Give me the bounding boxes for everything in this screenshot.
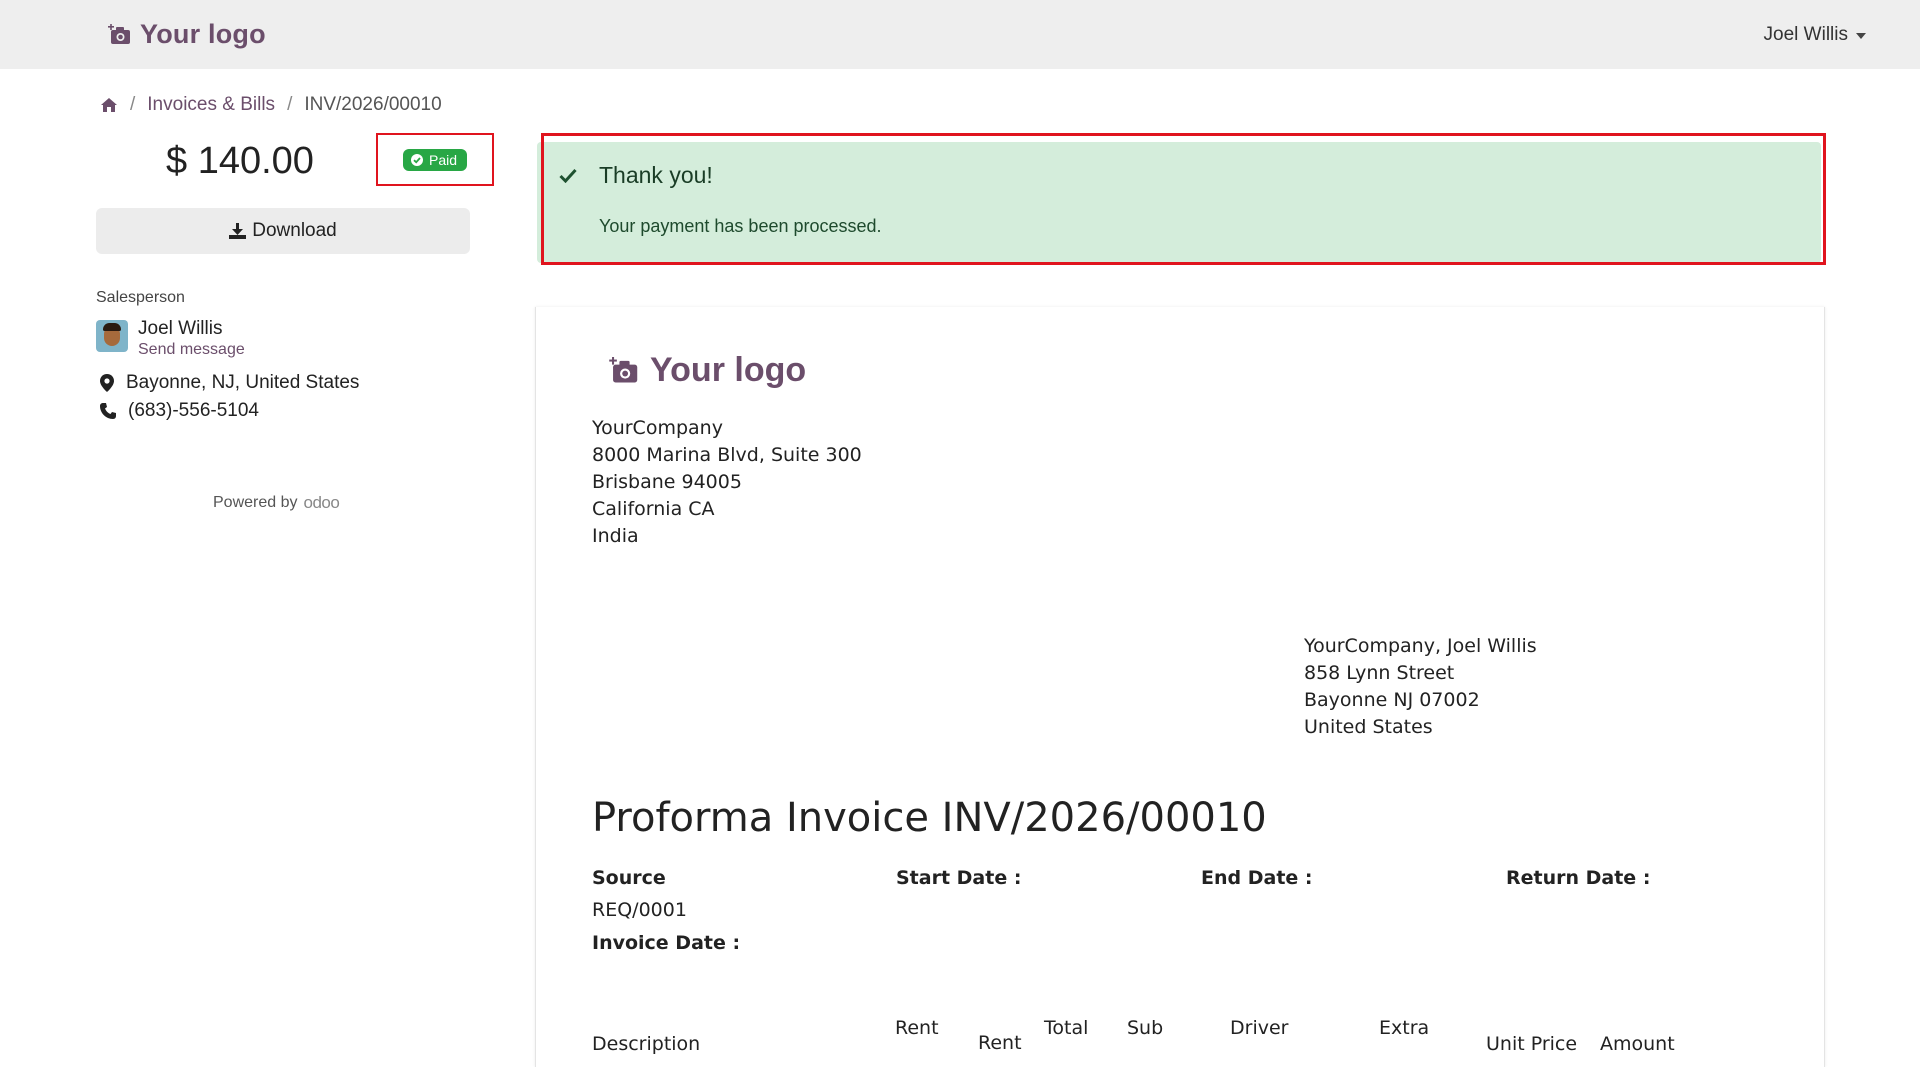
breadcrumb-separator: / xyxy=(287,94,293,115)
col-description: Description xyxy=(592,1033,701,1055)
download-button[interactable]: Download xyxy=(96,208,470,254)
avatar xyxy=(96,320,128,352)
return-date-label: Return Date : xyxy=(1506,867,1651,889)
salesperson-phone: (683)-556-5104 xyxy=(100,400,259,422)
status-text: Paid xyxy=(428,151,458,168)
invoice-title: Proforma Invoice INV/2026/00010 xyxy=(592,795,1267,841)
top-navbar: Your logo Joel Willis xyxy=(0,0,1920,69)
avatar-hair xyxy=(103,323,121,331)
breadcrumb: / Invoices & Bills / INV/2026/00010 xyxy=(100,94,442,116)
salesperson-location: Bayonne, NJ, United States xyxy=(100,372,359,394)
source-value: REQ/0001 xyxy=(592,899,687,921)
download-icon xyxy=(229,223,247,239)
col-amount: Amount xyxy=(1600,1033,1675,1055)
download-label: Download xyxy=(252,220,337,241)
col-extra: Extra xyxy=(1379,1017,1430,1039)
brand-logo[interactable]: Your logo xyxy=(108,19,266,50)
client-address-line: Bayonne NJ 07002 xyxy=(1304,689,1480,711)
user-menu[interactable]: Joel Willis xyxy=(1764,24,1866,46)
company-address-line: India xyxy=(592,525,639,547)
end-date-label: End Date : xyxy=(1201,867,1313,889)
send-message-link[interactable]: Send message xyxy=(138,340,245,360)
user-name: Joel Willis xyxy=(1763,23,1848,45)
col-rent: Rent xyxy=(895,1017,939,1039)
source-label: Source xyxy=(592,867,666,889)
camera-plus-icon xyxy=(609,356,638,382)
company-address-line: YourCompany xyxy=(592,417,723,439)
col-unit-price: Unit Price xyxy=(1486,1033,1578,1055)
status-badge: Paid xyxy=(402,148,468,171)
camera-plus-icon xyxy=(108,23,130,44)
powered-by-text: Powered by xyxy=(213,494,298,511)
location-text: Bayonne, NJ, United States xyxy=(126,372,360,393)
invoice-logo: Your logo xyxy=(609,351,806,390)
alert-highlight xyxy=(541,133,1826,265)
col-driver: Driver xyxy=(1230,1017,1289,1039)
breadcrumb-invoices-link[interactable]: Invoices & Bills xyxy=(147,94,275,116)
client-address: YourCompany, Joel Willis 858 Lynn Street… xyxy=(1304,633,1537,741)
company-address-line: 8000 Marina Blvd, Suite 300 xyxy=(592,444,862,466)
home-icon[interactable] xyxy=(100,97,118,113)
client-address-line: 858 Lynn Street xyxy=(1304,662,1455,684)
invoice-logo-text: Your logo xyxy=(650,351,807,389)
invoice-preview: Your logo YourCompany 8000 Marina Blvd, … xyxy=(535,307,1825,1067)
company-address-line: Brisbane 94005 xyxy=(592,471,742,493)
client-address-line: United States xyxy=(1304,716,1433,738)
invoice-date-label: Invoice Date : xyxy=(592,932,741,954)
salesperson-card: Joel Willis Send message xyxy=(96,318,245,360)
breadcrumb-separator: / xyxy=(130,94,136,115)
paid-badge-highlight: Paid xyxy=(376,133,494,186)
phone-icon xyxy=(100,403,116,419)
salesperson-label: Salesperson xyxy=(96,289,185,306)
col-total: Total xyxy=(1044,1017,1089,1039)
company-address-line: California CA xyxy=(592,498,715,520)
client-address-line: YourCompany, Joel Willis xyxy=(1304,635,1537,657)
brand-text: Your logo xyxy=(140,19,266,49)
col-sub: Sub xyxy=(1127,1017,1164,1039)
check-circle-icon xyxy=(410,153,423,166)
start-date-label: Start Date : xyxy=(896,867,1022,889)
breadcrumb-current: INV/2026/00010 xyxy=(304,94,442,115)
salesperson-name: Joel Willis xyxy=(138,318,223,339)
powered-by: Powered by odoo xyxy=(213,493,340,513)
invoice-amount: $ 140.00 xyxy=(166,140,314,182)
map-marker-icon xyxy=(100,374,114,392)
phone-text: (683)-556-5104 xyxy=(128,400,259,421)
odoo-logo[interactable]: odoo xyxy=(304,493,340,513)
company-address: YourCompany 8000 Marina Blvd, Suite 300 … xyxy=(592,415,862,550)
caret-down-icon xyxy=(1856,32,1866,39)
